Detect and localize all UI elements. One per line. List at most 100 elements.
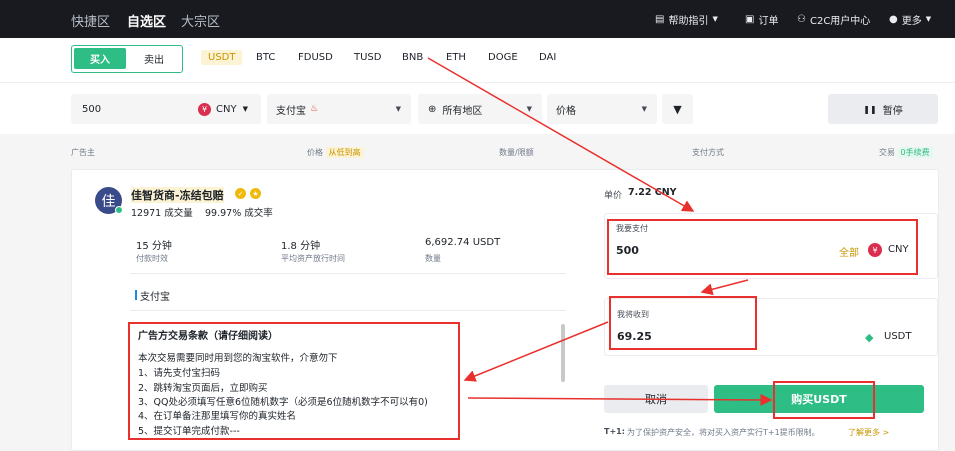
terms-box: 广告方交易条款（请仔细阅读） 本次交易需要同时用到您的淘宝软件，介意勿下 1、请… — [128, 322, 460, 440]
tab-favorites[interactable]: 自选区 — [127, 11, 166, 30]
filter-bar: 500 ¥ CNY ▼ 支付宝 ♨ ▼ ⊕ 所有地区 ▼ 价格 ▼ ▼ ❚❚ 暂… — [0, 82, 955, 134]
merchant-badge-icon: ★ — [250, 188, 261, 199]
column-trade: 交易 0手续费 — [879, 147, 933, 158]
divider — [130, 310, 566, 311]
cny-icon: ¥ — [868, 243, 882, 257]
receive-currency: USDT — [884, 331, 912, 342]
filter-button[interactable]: ▼ — [662, 94, 693, 124]
top-nav: 快捷区 自选区 大宗区 ▤ 帮助指引 ▼ ▣ 订单 ⚇ C2C用户中心 ● 更多… — [0, 0, 955, 38]
zero-fee-tag: 0手续费 — [897, 147, 933, 158]
sort-label: 价格 — [556, 105, 576, 117]
payment-marker — [135, 290, 137, 300]
amount-input[interactable]: 500 ¥ CNY ▼ — [71, 94, 261, 124]
chevron-down-icon: ▼ — [925, 15, 932, 23]
globe-icon: ⊕ — [428, 103, 437, 115]
receive-amount-input[interactable]: 69.25 — [617, 330, 652, 343]
column-quantity-limit: 数量/限额 — [499, 148, 534, 157]
tab-quick[interactable]: 快捷区 — [71, 11, 110, 30]
payment-label: 支付宝 — [276, 105, 306, 117]
pay-all-button[interactable]: 全部 — [839, 244, 859, 259]
column-advertiser: 广告主 — [71, 148, 95, 157]
tab-block[interactable]: 大宗区 — [181, 11, 220, 30]
quantity-label: 数量 — [425, 254, 441, 263]
cancel-button[interactable]: 取消 — [604, 385, 708, 413]
annotation-box — [773, 381, 875, 419]
column-price[interactable]: 价格 从低到高 — [307, 147, 364, 158]
terms-line: 本次交易需要同时用到您的淘宝软件，介意勿下 — [138, 353, 338, 364]
terms-line: 4、在订单备注那里填写你的真实姓名 — [138, 411, 297, 422]
completion-rate: 99.97% 成交率 — [205, 208, 273, 219]
amount-value: 500 — [82, 103, 102, 115]
payment-time-value: 15 分钟 — [136, 241, 172, 252]
payment-method-label: 支付宝 — [140, 292, 170, 303]
payment-time-label: 付款时效 — [136, 254, 168, 263]
terms-line: 1、请先支付宝扫码 — [138, 368, 221, 379]
payment-select[interactable]: 支付宝 ♨ ▼ — [267, 94, 411, 124]
pay-currency: CNY — [888, 244, 909, 255]
coin-btc[interactable]: BTC — [256, 52, 275, 63]
t1-notice: 为了保护资产安全，将对买入资产实行T+1提币限制。 — [627, 428, 820, 437]
buy-tab[interactable]: 买入 — [74, 48, 126, 69]
unit-price-value: 7.22 CNY — [628, 187, 677, 198]
buy-sell-toggle: 买入 卖出 — [71, 45, 183, 73]
c2c-center-label: C2C用户中心 — [809, 15, 871, 27]
column-payment-method: 支付方式 — [692, 148, 724, 157]
help-menu[interactable]: ▤ 帮助指引 ▼ — [655, 0, 718, 38]
sell-tab[interactable]: 卖出 — [128, 48, 180, 69]
coin-bnb[interactable]: BNB — [402, 52, 423, 63]
chevron-down-icon: ▼ — [712, 15, 718, 23]
c2c-center-link[interactable]: ⚇ C2C用户中心 — [797, 0, 870, 38]
coin-doge[interactable]: DOGE — [488, 52, 518, 63]
release-time-value: 1.8 分钟 — [281, 241, 321, 252]
more-label: 更多 — [901, 15, 922, 27]
pause-icon: ❚❚ — [863, 104, 877, 114]
pay-amount-input[interactable]: 500 — [616, 244, 639, 257]
pause-label: 暂停 — [882, 105, 903, 117]
pay-label: 我要支付 — [616, 224, 648, 233]
region-label: 所有地区 — [442, 105, 483, 117]
chevron-down-icon: ▼ — [641, 105, 647, 113]
book-icon: ▤ — [655, 13, 665, 25]
learn-more-link[interactable]: 了解更多 > — [848, 427, 889, 438]
orders-label: 订单 — [758, 15, 779, 27]
users-icon: ⚇ — [797, 13, 806, 25]
chevron-down-icon: ▼ — [526, 105, 532, 113]
notice-prefix: T+1: — [604, 427, 625, 436]
order-icon: ▣ — [745, 13, 755, 25]
coin-dai[interactable]: DAI — [539, 52, 556, 63]
currency-select[interactable]: ¥ CNY ▼ — [198, 102, 248, 116]
more-icon: ● — [889, 13, 898, 25]
quantity-value: 6,692.74 USDT — [425, 237, 501, 248]
currency-label: CNY — [216, 103, 237, 115]
verified-icon: ✓ — [235, 188, 246, 199]
online-status-dot — [115, 206, 123, 214]
fire-icon: ♨ — [310, 104, 319, 114]
terms-line: 2、跳转淘宝页面后，立即购买 — [138, 383, 268, 394]
sort-select[interactable]: 价格 ▼ — [547, 94, 657, 124]
terms-line: 5、提交订单完成付款--- — [138, 426, 240, 437]
region-select[interactable]: ⊕ 所有地区 ▼ — [418, 94, 542, 124]
cny-icon: ¥ — [198, 102, 211, 116]
unit-price-label: 单价 — [604, 191, 623, 201]
chevron-down-icon: ▼ — [242, 105, 248, 113]
coin-selector-bar: 买入 卖出 USDT BTC FDUSD TUSD BNB ETH DOGE D… — [0, 38, 955, 82]
terms-title: 广告方交易条款（请仔细阅读） — [138, 331, 278, 342]
coin-tusd[interactable]: TUSD — [354, 52, 381, 63]
pause-button[interactable]: ❚❚ 暂停 — [828, 94, 938, 124]
terms-scrollbar[interactable] — [561, 324, 565, 382]
chevron-down-icon: ▼ — [395, 105, 401, 113]
column-trade-label: 交易 — [879, 148, 895, 157]
receive-label: 我将收到 — [617, 310, 649, 319]
coin-eth[interactable]: ETH — [446, 52, 466, 63]
release-time-label: 平均资产放行时间 — [281, 254, 345, 263]
merchant-name[interactable]: 佳智货商-冻结包赔 — [131, 187, 224, 203]
orders-link[interactable]: ▣ 订单 — [745, 0, 778, 38]
coin-fdusd[interactable]: FDUSD — [298, 52, 333, 63]
coin-usdt[interactable]: USDT — [201, 50, 243, 65]
terms-line: 3、QQ处必须填写任意6位随机数字（必须是6位随机数字不可以有0) — [138, 397, 428, 408]
filter-icon: ▼ — [673, 102, 682, 116]
divider — [130, 273, 566, 274]
price-sort-tag[interactable]: 从低到高 — [325, 147, 364, 158]
more-menu[interactable]: ● 更多 ▼ — [889, 0, 931, 38]
diamond-icon: ◆ — [865, 331, 874, 344]
